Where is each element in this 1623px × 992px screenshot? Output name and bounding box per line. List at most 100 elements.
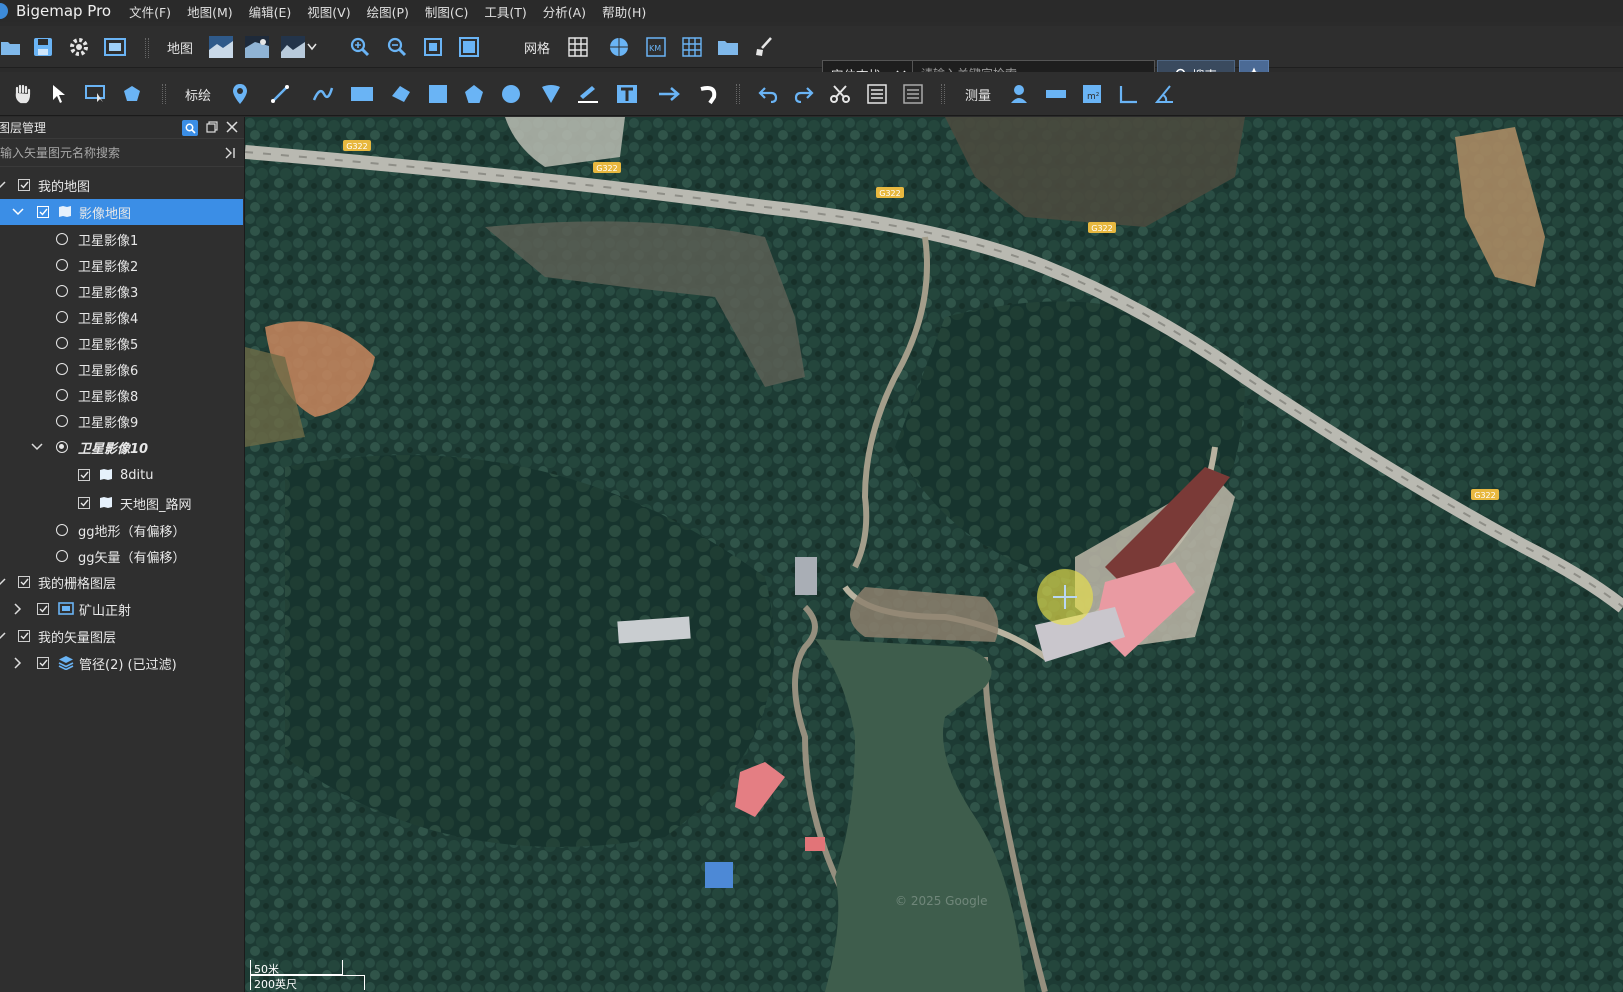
save-icon[interactable] <box>32 36 54 58</box>
panel-search-icon[interactable] <box>182 120 198 136</box>
chevron-down-icon[interactable] <box>0 179 6 191</box>
layer-radio[interactable] <box>56 259 68 271</box>
layer-list-icon[interactable] <box>902 83 924 105</box>
zoom-out-icon[interactable] <box>386 36 408 58</box>
draw-rectangle-icon[interactable] <box>349 83 375 105</box>
chevron-down-icon[interactable] <box>12 206 24 218</box>
draw-text-icon[interactable] <box>616 83 638 105</box>
chevron-right-icon[interactable] <box>12 603 24 615</box>
layer-row-satellite-8[interactable]: 卫星影像8 <box>0 382 243 408</box>
layer-checkbox[interactable] <box>37 206 49 218</box>
measure-person-icon[interactable] <box>1008 83 1030 105</box>
menu-edit[interactable]: 编辑(E) <box>249 2 292 21</box>
map-source-icon-1[interactable] <box>209 35 233 59</box>
chevron-right-icon[interactable] <box>12 657 24 669</box>
draw-circle-icon[interactable] <box>500 83 522 105</box>
attribute-table-icon[interactable] <box>866 83 888 105</box>
layer-row-imagery-map[interactable]: 影像地图 <box>0 199 243 225</box>
layer-radio[interactable] <box>56 337 68 349</box>
panel-float-icon[interactable] <box>206 120 218 136</box>
menu-cartography[interactable]: 制图(C) <box>425 2 468 21</box>
layer-checkbox[interactable] <box>78 497 90 509</box>
map-sheet-grid-icon[interactable] <box>681 36 703 58</box>
layer-row-8ditu[interactable]: 8ditu <box>0 462 243 488</box>
layer-row-satellite-5[interactable]: 卫星影像5 <box>0 330 243 356</box>
cut-scissors-icon[interactable] <box>829 83 851 105</box>
undo-icon[interactable] <box>757 83 779 105</box>
layer-row-satellite-2[interactable]: 卫星影像2 <box>0 252 243 278</box>
measure-distance-icon[interactable] <box>1045 83 1067 105</box>
full-extent-icon[interactable] <box>458 36 480 58</box>
map-source-dropdown-icon[interactable] <box>306 36 318 58</box>
layer-row-my-raster[interactable]: 我的栅格图层 <box>0 569 243 595</box>
menu-map[interactable]: 地图(M) <box>187 2 233 21</box>
menu-draw[interactable]: 绘图(P) <box>367 2 409 21</box>
select-arrow-icon[interactable] <box>48 83 70 105</box>
layer-row-satellite-1[interactable]: 卫星影像1 <box>0 226 243 252</box>
draw-pentagon-icon[interactable] <box>463 83 485 105</box>
marker-pin-icon[interactable] <box>229 83 251 105</box>
measure-area-icon[interactable]: m² <box>1081 83 1103 105</box>
km-grid-icon[interactable]: KM <box>645 36 667 58</box>
chevron-down-icon[interactable] <box>0 576 6 588</box>
draw-sector-icon[interactable] <box>540 83 562 105</box>
layer-row-satellite-9[interactable]: 卫星影像9 <box>0 408 243 434</box>
draw-square-icon[interactable] <box>427 83 449 105</box>
menu-analysis[interactable]: 分析(A) <box>543 2 586 21</box>
layer-row-satellite-4[interactable]: 卫星影像4 <box>0 304 243 330</box>
grid-icon[interactable] <box>567 36 589 58</box>
chevron-down-icon[interactable] <box>31 441 43 453</box>
layer-row-gg-vector[interactable]: gg矢量（有偏移） <box>0 543 243 569</box>
open-folder-icon[interactable] <box>0 36 22 58</box>
layer-checkbox[interactable] <box>37 657 49 669</box>
screenshot-icon[interactable] <box>104 36 126 58</box>
layer-row-my-vector[interactable]: 我的矢量图层 <box>0 623 243 649</box>
layer-row-pipe-diameter[interactable]: 管径(2) (已过滤) <box>0 650 243 676</box>
layer-row-mine-ortho[interactable]: 矿山正射 <box>0 596 243 622</box>
map-source-icon-2[interactable] <box>245 35 269 59</box>
draw-polygon-icon[interactable] <box>390 83 412 105</box>
layer-radio[interactable] <box>56 233 68 245</box>
menu-tools[interactable]: 工具(T) <box>484 2 526 21</box>
settings-gear-icon[interactable] <box>68 36 90 58</box>
draw-arrow-icon[interactable] <box>658 83 680 105</box>
layer-checkbox[interactable] <box>18 630 30 642</box>
layer-search-input[interactable] <box>0 140 220 165</box>
draw-curved-arrow-icon[interactable] <box>698 83 720 105</box>
layer-radio[interactable] <box>56 389 68 401</box>
zoom-in-icon[interactable] <box>349 36 371 58</box>
pan-hand-icon[interactable] <box>12 83 34 105</box>
panel-close-icon[interactable] <box>226 120 238 136</box>
menu-view[interactable]: 视图(V) <box>307 2 350 21</box>
draw-line-icon[interactable] <box>269 83 291 105</box>
layer-radio[interactable] <box>56 524 68 536</box>
layer-checkbox[interactable] <box>18 179 30 191</box>
chevron-down-icon[interactable] <box>0 630 6 642</box>
folder-icon[interactable] <box>717 36 739 58</box>
layer-row-satellite-3[interactable]: 卫星影像3 <box>0 278 243 304</box>
menu-help[interactable]: 帮助(H) <box>602 2 646 21</box>
layer-row-satellite-6[interactable]: 卫星影像6 <box>0 356 243 382</box>
layer-checkbox[interactable] <box>78 469 90 481</box>
measure-azimuth-icon[interactable] <box>1153 83 1175 105</box>
layer-radio[interactable] <box>56 550 68 562</box>
box-select-icon[interactable] <box>85 83 107 105</box>
layer-radio[interactable] <box>56 415 68 427</box>
redo-icon[interactable] <box>793 83 815 105</box>
layer-checkbox[interactable] <box>18 576 30 588</box>
globe-grid-icon[interactable] <box>608 36 630 58</box>
collapse-panel-icon[interactable] <box>224 147 236 159</box>
polygon-select-icon[interactable] <box>121 83 143 105</box>
zoom-extent-icon[interactable] <box>422 36 444 58</box>
clear-brush-icon[interactable] <box>753 36 775 58</box>
layer-radio[interactable] <box>56 441 68 453</box>
draw-curve-icon[interactable] <box>312 83 334 105</box>
layer-radio[interactable] <box>56 285 68 297</box>
layer-row-gg-terrain[interactable]: gg地形（有偏移） <box>0 517 243 543</box>
map-source-icon-3[interactable] <box>281 35 305 59</box>
layer-radio[interactable] <box>56 311 68 323</box>
map-canvas[interactable]: G322 G322 G322 G322 G322 © 2025 Google <box>245 117 1623 992</box>
measure-angle-icon[interactable] <box>1117 83 1139 105</box>
layer-checkbox[interactable] <box>37 603 49 615</box>
layer-row-satellite-10[interactable]: 卫星影像10 <box>0 434 243 460</box>
